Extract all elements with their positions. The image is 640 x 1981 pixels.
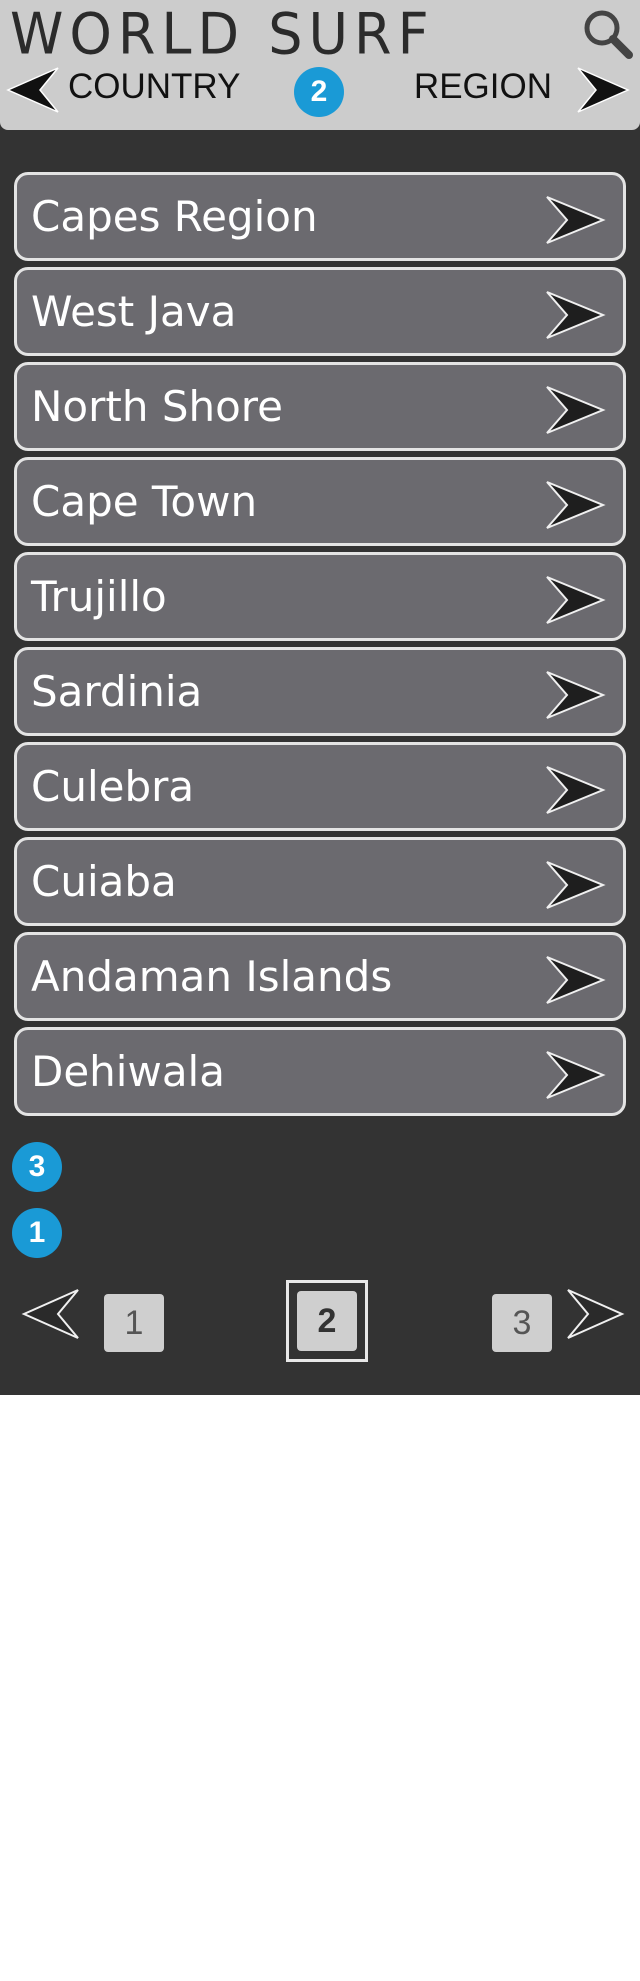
next-category-button[interactable] — [576, 64, 632, 116]
chevron-right-icon — [546, 766, 606, 814]
pagination: 1 2 3 — [0, 1280, 640, 1362]
arrow-left-icon — [21, 1289, 79, 1339]
page-1-button[interactable]: 1 — [104, 1294, 164, 1352]
category-nav: COUNTRY 2 REGION — [0, 62, 640, 122]
list-item-label: West Java — [31, 287, 237, 336]
list-item-label: Trujillo — [31, 572, 167, 621]
app-screen: WORLD SURF COUNTRY 2 REGION Capes Region… — [0, 0, 640, 1395]
list-item[interactable]: North Shore — [14, 362, 626, 451]
chevron-right-icon — [546, 956, 606, 1004]
page-2-button[interactable]: 2 — [297, 1291, 357, 1351]
list-item-label: Capes Region — [31, 192, 318, 241]
chevron-right-icon — [546, 671, 606, 719]
list-item[interactable]: Trujillo — [14, 552, 626, 641]
header: WORLD SURF COUNTRY 2 REGION — [0, 0, 640, 130]
list-item-label: Cuiaba — [31, 857, 177, 906]
arrow-right-icon — [577, 67, 630, 113]
chevron-right-icon — [546, 576, 606, 624]
country-label[interactable]: COUNTRY — [68, 66, 240, 108]
list-item[interactable]: Dehiwala — [14, 1027, 626, 1116]
search-button[interactable] — [580, 6, 634, 60]
chevron-right-icon — [546, 291, 606, 339]
list-item[interactable]: West Java — [14, 267, 626, 356]
prev-page-button[interactable] — [20, 1286, 82, 1342]
list-item-label: Culebra — [31, 762, 195, 811]
arrow-right-icon — [567, 1289, 625, 1339]
current-page-frame: 2 — [286, 1280, 368, 1362]
chevron-right-icon — [546, 481, 606, 529]
list-item[interactable]: Cape Town — [14, 457, 626, 546]
list-item-label: Andaman Islands — [31, 952, 393, 1001]
prev-category-button[interactable] — [4, 64, 60, 116]
next-page-button[interactable] — [564, 1286, 626, 1342]
list-item-label: Cape Town — [31, 477, 258, 526]
arrow-left-icon — [6, 67, 59, 113]
list-item-label: Sardinia — [31, 667, 203, 716]
region-label[interactable]: REGION — [414, 66, 552, 108]
app-title: WORLD SURF — [10, 0, 435, 68]
chevron-right-icon — [546, 386, 606, 434]
chevron-right-icon — [546, 196, 606, 244]
chevron-right-icon — [546, 1051, 606, 1099]
chevron-right-icon — [546, 861, 606, 909]
list-badge: 3 — [12, 1142, 62, 1192]
step-badge: 2 — [294, 67, 344, 117]
region-list: Capes Region West Java North Shore Cape … — [14, 172, 626, 1122]
list-item[interactable]: Andaman Islands — [14, 932, 626, 1021]
list-item[interactable]: Cuiaba — [14, 837, 626, 926]
list-item[interactable]: Sardinia — [14, 647, 626, 736]
page-3-button[interactable]: 3 — [492, 1294, 552, 1352]
list-item[interactable]: Capes Region — [14, 172, 626, 261]
list-item-label: Dehiwala — [31, 1047, 225, 1096]
magnifier-icon — [584, 10, 633, 59]
pager-badge: 1 — [12, 1208, 62, 1258]
list-item-label: North Shore — [31, 382, 283, 431]
list-item[interactable]: Culebra — [14, 742, 626, 831]
